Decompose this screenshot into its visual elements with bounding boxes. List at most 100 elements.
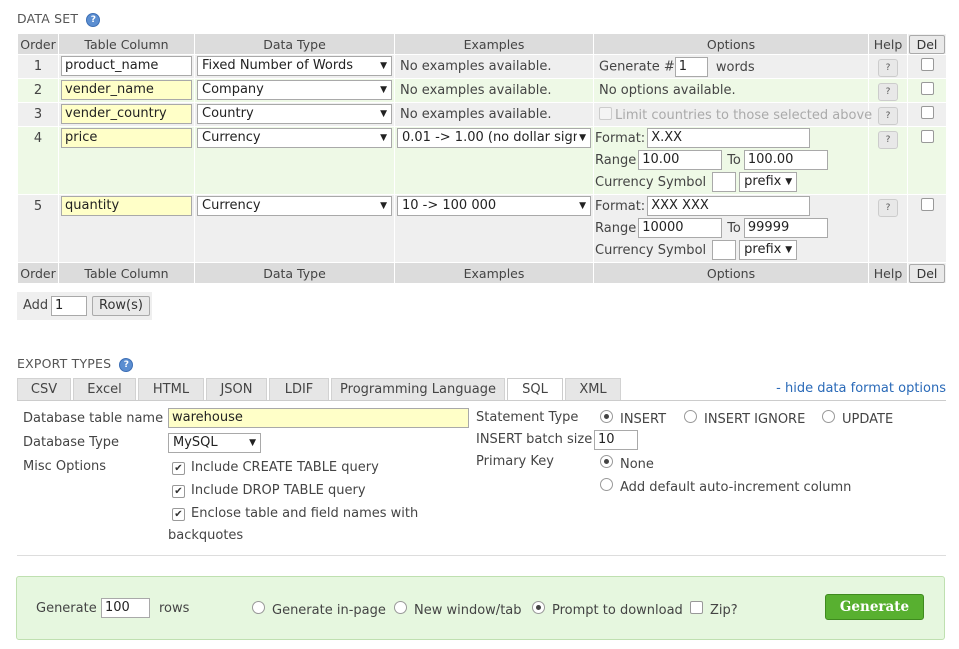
add-rows-button[interactable]: Row(s) [92,296,150,316]
help-button[interactable]: ? [878,83,898,101]
data-type-select[interactable]: Company ▼ [197,80,392,100]
delete-checkbox[interactable] [920,130,934,143]
symbol-position-select[interactable]: prefix ▼ [739,240,798,260]
footer-examples: Examples [394,262,594,284]
misc-options-label: Misc Options [23,459,107,474]
to-label: To [727,220,741,236]
tab-json[interactable]: JSON [206,378,267,400]
data-type-value: Country [202,106,254,121]
delete-checkbox[interactable] [920,58,934,71]
format-input[interactable]: X.XX [647,128,811,148]
del-all-button-bottom[interactable]: Del [909,263,945,283]
delete-checkbox[interactable] [920,106,934,119]
export-types-title: EXPORT TYPES ? [17,356,134,372]
db-type-select[interactable]: MySQL ▼ [168,433,261,453]
header-examples: Examples [394,33,594,55]
delete-checkbox[interactable] [920,82,934,95]
generate-rows-input[interactable]: 100 [101,598,150,618]
tab-excel[interactable]: Excel [73,378,136,400]
tab-programming-language[interactable]: Programming Language [331,378,505,400]
data-type-select[interactable]: Currency ▼ [197,196,392,216]
statement-update-option: UPDATE [822,410,893,427]
help-button[interactable]: ? [878,199,898,217]
new-window-label: New window/tab [414,603,522,618]
backquotes-checkbox[interactable] [172,508,185,521]
backquotes-label-cont: backquotes [168,528,244,543]
symbol-position-select[interactable]: prefix ▼ [739,172,798,192]
drop-table-checkbox[interactable] [172,485,185,498]
range-to-input[interactable]: 99999 [743,218,828,238]
dropdown-arrow-icon: ▼ [249,438,256,448]
examples-select[interactable]: 10 -> 100 000 ▼ [397,196,591,216]
column-name-input[interactable]: price [61,128,192,148]
limit-countries-checkbox[interactable] [599,107,612,120]
range-label: Range [595,220,637,236]
header-order: Order [17,33,59,55]
tab-xml[interactable]: XML [565,378,621,400]
hide-format-options-link[interactable]: - hide data format options [776,381,946,396]
del-all-button[interactable]: Del [909,34,945,54]
tab-csv[interactable]: CSV [17,378,71,400]
generate-words-label: Generate # [599,59,675,75]
statement-update-radio[interactable] [822,410,835,423]
tab-ldif[interactable]: LDIF [269,378,329,400]
format-label: Format: [595,130,646,146]
generate-button[interactable]: Generate [825,594,924,620]
drop-table-label: Include DROP TABLE query [191,483,366,498]
statement-update-label: UPDATE [842,412,894,427]
data-type-value: Currency [202,198,261,213]
examples-value: 10 -> 100 000 [402,198,497,213]
tab-html[interactable]: HTML [138,378,204,400]
create-table-checkbox[interactable] [172,462,185,475]
help-icon[interactable]: ? [119,357,134,372]
generate-in-page-radio[interactable] [252,601,265,614]
range-from-input[interactable]: 10.00 [638,150,723,170]
add-rows-input[interactable]: 1 [51,296,87,316]
limit-countries-option: Limit countries to those selected above [594,103,872,123]
statement-insert-radio[interactable] [600,410,613,423]
header-help: Help [868,33,908,55]
word-count-input[interactable]: 1 [674,57,708,77]
pk-auto-increment-radio[interactable] [600,478,613,491]
batch-size-input[interactable]: 10 [594,430,638,450]
dropdown-arrow-icon: ▼ [785,177,793,187]
column-name-input[interactable]: vender_name [61,80,192,100]
new-window-radio[interactable] [394,601,407,614]
export-types-title-text: EXPORT TYPES [17,356,112,371]
help-icon[interactable]: ? [86,12,101,27]
data-type-select[interactable]: Country ▼ [197,104,392,124]
help-button[interactable]: ? [878,107,898,125]
prompt-download-label: Prompt to download [552,603,683,618]
help-button[interactable]: ? [878,131,898,149]
range-from-input[interactable]: 10000 [638,218,723,238]
tab-sql[interactable]: SQL [507,378,563,401]
data-type-select[interactable]: Fixed Number of Words ▼ [197,56,392,76]
pk-auto-increment-option: Add default auto-increment column [600,478,851,495]
rows-label: rows [159,601,190,616]
examples-select[interactable]: 0.01 -> 1.00 (no dollar sign) ▼ [397,128,591,148]
currency-symbol-input[interactable] [712,240,737,260]
limit-countries-label: Limit countries to those selected above [615,108,873,123]
options-text: No options available. [599,83,736,98]
currency-symbol-input[interactable] [712,172,737,192]
examples-text: No examples available. [400,59,552,74]
db-table-name-input[interactable]: warehouse [168,408,469,428]
pk-none-radio[interactable] [600,455,613,468]
table-row: 5 quantity Currency ▼ 10 -> 100 000 ▼ Form… [17,194,947,263]
range-to-input[interactable]: 100.00 [743,150,828,170]
data-type-select[interactable]: Currency ▼ [197,128,392,148]
column-name-input[interactable]: product_name [61,56,192,76]
footer-del: Del [907,262,947,284]
dropdown-arrow-icon: ▼ [380,109,387,119]
zip-checkbox[interactable] [690,601,703,614]
column-name-input[interactable]: vender_country [61,104,192,124]
column-name-input[interactable]: quantity [61,196,192,216]
options-cell: Generate #1 words [594,55,868,77]
help-button[interactable]: ? [878,59,898,77]
backquotes-label: Enclose table and field names with [191,506,419,521]
format-input[interactable]: XXX XXX [647,196,811,216]
primary-key-label: Primary Key [476,454,554,469]
statement-insert-ignore-radio[interactable] [684,410,697,423]
prompt-download-radio[interactable] [532,601,545,614]
delete-checkbox[interactable] [920,198,934,211]
